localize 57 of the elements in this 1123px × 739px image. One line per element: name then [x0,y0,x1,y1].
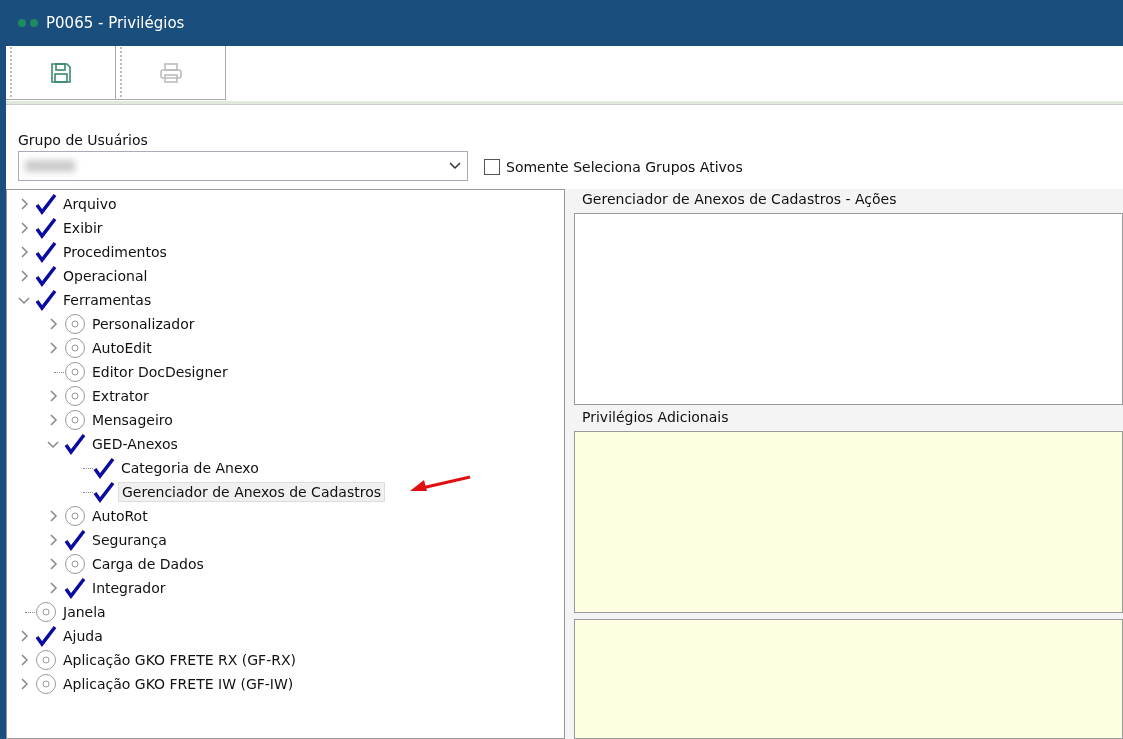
radio-circle-icon[interactable] [64,505,86,527]
checkmark-icon[interactable] [35,217,57,239]
checkmark-icon[interactable] [35,289,57,311]
checkmark-icon[interactable] [35,625,57,647]
dropdown-caret-icon [449,162,461,170]
save-button[interactable] [6,46,116,100]
radio-circle-icon[interactable] [35,601,57,623]
radio-circle-icon[interactable] [64,553,86,575]
blurred-value [25,160,75,172]
window-dot-icon [30,19,38,27]
tree-item[interactable]: Personalizador [89,315,198,333]
radio-circle-icon[interactable] [35,649,57,671]
printer-icon [158,61,183,84]
radio-circle-icon[interactable] [35,673,57,695]
tree-item[interactable]: Arquivo [60,195,120,213]
radio-circle-icon[interactable] [64,409,86,431]
tree-item[interactable]: Segurança [89,531,170,549]
checkmark-icon[interactable] [64,529,86,551]
group-title: Privilégios Adicionais [581,409,730,427]
tree-item[interactable]: Ferramentas [60,291,155,309]
radio-circle-icon[interactable] [64,337,86,359]
checkmark-icon[interactable] [35,193,57,215]
save-icon [49,61,72,84]
checkmark-icon[interactable] [35,265,57,287]
tree-item[interactable]: Ajuda [60,627,106,645]
checkmark-icon[interactable] [64,577,86,599]
tree-item[interactable]: Carga de Dados [89,555,207,573]
tree-item[interactable]: Procedimentos [60,243,170,261]
tree-item[interactable]: Janela [60,603,109,621]
field-label: Grupo de Usuários [18,132,149,148]
window-title: P0065 - Privilégios [46,14,185,32]
checkmark-icon[interactable] [35,241,57,263]
group-title: Gerenciador de Anexos de Cadastros - Ações [581,191,898,209]
checkbox[interactable] [484,159,500,175]
checkmark-icon[interactable] [93,481,115,503]
tree-item[interactable]: Editor DocDesigner [89,363,231,381]
checkbox-label: Somente Seleciona Grupos Ativos [506,159,743,175]
tree-item[interactable]: Integrador [89,579,169,597]
radio-circle-icon[interactable] [64,361,86,383]
tree-item[interactable]: AutoRot [89,507,151,525]
tree-item[interactable]: Exibir [60,219,106,237]
radio-circle-icon[interactable] [64,385,86,407]
radio-circle-icon[interactable] [64,313,86,335]
tree-item[interactable]: Categoria de Anexo [118,459,262,477]
tree-item[interactable]: Aplicação GKO FRETE IW (GF-IW) [60,675,297,693]
tree-item[interactable]: Aplicação GKO FRETE RX (GF-RX) [60,651,299,669]
tree-item[interactable]: AutoEdit [89,339,155,357]
pointer-arrow-drawing [410,475,471,491]
tree-item[interactable]: Operacional [60,267,151,285]
tree-item[interactable]: Extrator [89,387,152,405]
group-dropdown[interactable] [18,151,468,181]
checkmark-icon[interactable] [93,457,115,479]
tree-item[interactable]: Mensageiro [89,411,176,429]
tree-item[interactable]: GED-Anexos [89,435,181,453]
tree-item[interactable]: Gerenciador de Anexos de Cadastros [118,482,385,502]
checkmark-icon[interactable] [64,433,86,455]
window-dot-icon [18,19,26,27]
